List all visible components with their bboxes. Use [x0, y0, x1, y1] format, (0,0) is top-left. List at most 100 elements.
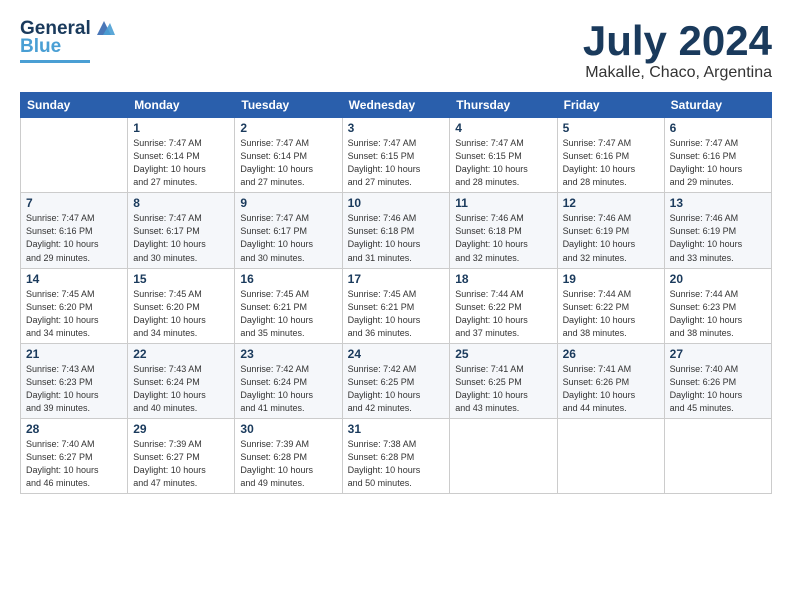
cell-3-5: 26Sunrise: 7:41 AMSunset: 6:26 PMDayligh… [557, 343, 664, 418]
day-number-23: 23 [240, 347, 336, 361]
week-row-4: 28Sunrise: 7:40 AMSunset: 6:27 PMDayligh… [21, 418, 772, 493]
col-friday: Friday [557, 93, 664, 118]
col-monday: Monday [128, 93, 235, 118]
col-wednesday: Wednesday [342, 93, 450, 118]
day-number-17: 17 [348, 272, 445, 286]
location-subtitle: Makalle, Chaco, Argentina [583, 64, 772, 82]
col-thursday: Thursday [450, 93, 557, 118]
day-number-1: 1 [133, 121, 229, 135]
day-info-16: Sunrise: 7:45 AMSunset: 6:21 PMDaylight:… [240, 288, 336, 340]
calendar-header-row: Sunday Monday Tuesday Wednesday Thursday… [21, 93, 772, 118]
logo-icon [93, 17, 115, 39]
day-info-8: Sunrise: 7:47 AMSunset: 6:17 PMDaylight:… [133, 212, 229, 264]
cell-2-1: 15Sunrise: 7:45 AMSunset: 6:20 PMDayligh… [128, 268, 235, 343]
day-number-5: 5 [563, 121, 659, 135]
day-number-2: 2 [240, 121, 336, 135]
cell-2-4: 18Sunrise: 7:44 AMSunset: 6:22 PMDayligh… [450, 268, 557, 343]
day-info-31: Sunrise: 7:38 AMSunset: 6:28 PMDaylight:… [348, 438, 445, 490]
cell-4-0: 28Sunrise: 7:40 AMSunset: 6:27 PMDayligh… [21, 418, 128, 493]
day-info-4: Sunrise: 7:47 AMSunset: 6:15 PMDaylight:… [455, 137, 551, 189]
cell-3-4: 25 Sunrise: 7:41 AMSunset: 6:25 PMDayligh… [450, 343, 557, 418]
day-info-3: Sunrise: 7:47 AMSunset: 6:15 PMDaylight:… [348, 137, 445, 189]
cell-0-4: 4 Sunrise: 7:47 AMSunset: 6:15 PMDaylight… [450, 118, 557, 193]
day-number-6: 6 [670, 121, 766, 135]
day-info-20: Sunrise: 7:44 AMSunset: 6:23 PMDaylight:… [670, 288, 766, 340]
cell-2-0: 14 Sunrise: 7:45 AMSunset: 6:20 PMDayligh… [21, 268, 128, 343]
day-number-9: 9 [240, 196, 336, 210]
cell-0-5: 5Sunrise: 7:47 AMSunset: 6:16 PMDaylight… [557, 118, 664, 193]
cell-1-1: 8 Sunrise: 7:47 AMSunset: 6:17 PMDaylight… [128, 193, 235, 268]
day-number-21: 21 [26, 347, 122, 361]
cell-0-3: 3 Sunrise: 7:47 AMSunset: 6:15 PMDaylight… [342, 118, 450, 193]
day-info-30: Sunrise: 7:39 AMSunset: 6:28 PMDaylight:… [240, 438, 336, 490]
day-number-27: 27 [670, 347, 766, 361]
cell-1-5: 12 Sunrise: 7:46 AMSunset: 6:19 PMDayligh… [557, 193, 664, 268]
day-info-1: Sunrise: 7:47 AMSunset: 6:14 PMDaylight:… [133, 137, 229, 189]
cell-4-1: 29 Sunrise: 7:39 AMSunset: 6:27 PMDayligh… [128, 418, 235, 493]
calendar-table: Sunday Monday Tuesday Wednesday Thursday… [20, 92, 772, 494]
day-info-2: Sunrise: 7:47 AMSunset: 6:14 PMDaylight:… [240, 137, 336, 189]
day-number-29: 29 [133, 422, 229, 436]
cell-1-3: 10Sunrise: 7:46 AMSunset: 6:18 PMDayligh… [342, 193, 450, 268]
day-info-27: Sunrise: 7:40 AMSunset: 6:26 PMDaylight:… [670, 363, 766, 415]
day-info-26: Sunrise: 7:41 AMSunset: 6:26 PMDaylight:… [563, 363, 659, 415]
header: General Blue July 2024 Makalle, Chaco, A… [20, 18, 772, 82]
cell-3-6: 27 Sunrise: 7:40 AMSunset: 6:26 PMDayligh… [664, 343, 771, 418]
day-number-3: 3 [348, 121, 445, 135]
week-row-0: 1 Sunrise: 7:47 AMSunset: 6:14 PMDaylight… [21, 118, 772, 193]
day-info-13: Sunrise: 7:46 AMSunset: 6:19 PMDaylight:… [670, 212, 766, 264]
cell-1-2: 9 Sunrise: 7:47 AMSunset: 6:17 PMDaylight… [235, 193, 342, 268]
day-number-15: 15 [133, 272, 229, 286]
cell-0-0 [21, 118, 128, 193]
cell-4-4 [450, 418, 557, 493]
day-info-14: Sunrise: 7:45 AMSunset: 6:20 PMDaylight:… [26, 288, 122, 340]
cell-3-2: 23 Sunrise: 7:42 AMSunset: 6:24 PMDayligh… [235, 343, 342, 418]
day-info-6: Sunrise: 7:47 AMSunset: 6:16 PMDaylight:… [670, 137, 766, 189]
day-info-19: Sunrise: 7:44 AMSunset: 6:22 PMDaylight:… [563, 288, 659, 340]
logo-blue: Blue [20, 36, 61, 58]
cell-1-6: 13 Sunrise: 7:46 AMSunset: 6:19 PMDayligh… [664, 193, 771, 268]
logo-underline [20, 60, 90, 63]
week-row-3: 21 Sunrise: 7:43 AMSunset: 6:23 PMDayligh… [21, 343, 772, 418]
day-number-12: 12 [563, 196, 659, 210]
col-sunday: Sunday [21, 93, 128, 118]
day-info-18: Sunrise: 7:44 AMSunset: 6:22 PMDaylight:… [455, 288, 551, 340]
day-number-8: 8 [133, 196, 229, 210]
day-number-24: 24 [348, 347, 445, 361]
day-number-14: 14 [26, 272, 122, 286]
day-info-25: Sunrise: 7:41 AMSunset: 6:25 PMDaylight:… [455, 363, 551, 415]
title-block: July 2024 Makalle, Chaco, Argentina [583, 18, 772, 82]
week-row-1: 7 Sunrise: 7:47 AMSunset: 6:16 PMDaylight… [21, 193, 772, 268]
day-number-28: 28 [26, 422, 122, 436]
cell-3-1: 22Sunrise: 7:43 AMSunset: 6:24 PMDayligh… [128, 343, 235, 418]
day-info-7: Sunrise: 7:47 AMSunset: 6:16 PMDaylight:… [26, 212, 122, 264]
day-number-25: 25 [455, 347, 551, 361]
day-info-29: Sunrise: 7:39 AMSunset: 6:27 PMDaylight:… [133, 438, 229, 490]
day-number-19: 19 [563, 272, 659, 286]
cell-1-4: 11Sunrise: 7:46 AMSunset: 6:18 PMDayligh… [450, 193, 557, 268]
month-title: July 2024 [583, 18, 772, 64]
logo: General Blue [20, 18, 115, 63]
cell-4-3: 31 Sunrise: 7:38 AMSunset: 6:28 PMDayligh… [342, 418, 450, 493]
day-number-7: 7 [26, 196, 122, 210]
day-number-31: 31 [348, 422, 445, 436]
cell-4-5 [557, 418, 664, 493]
cell-3-3: 24Sunrise: 7:42 AMSunset: 6:25 PMDayligh… [342, 343, 450, 418]
day-number-11: 11 [455, 196, 551, 210]
day-info-9: Sunrise: 7:47 AMSunset: 6:17 PMDaylight:… [240, 212, 336, 264]
day-number-13: 13 [670, 196, 766, 210]
page: General Blue July 2024 Makalle, Chaco, A… [0, 0, 792, 612]
cell-1-0: 7 Sunrise: 7:47 AMSunset: 6:16 PMDaylight… [21, 193, 128, 268]
cell-0-1: 1 Sunrise: 7:47 AMSunset: 6:14 PMDaylight… [128, 118, 235, 193]
day-number-10: 10 [348, 196, 445, 210]
cell-4-2: 30 Sunrise: 7:39 AMSunset: 6:28 PMDayligh… [235, 418, 342, 493]
cell-4-6 [664, 418, 771, 493]
cell-0-6: 6 Sunrise: 7:47 AMSunset: 6:16 PMDaylight… [664, 118, 771, 193]
day-number-30: 30 [240, 422, 336, 436]
day-info-12: Sunrise: 7:46 AMSunset: 6:19 PMDaylight:… [563, 212, 659, 264]
day-info-23: Sunrise: 7:42 AMSunset: 6:24 PMDaylight:… [240, 363, 336, 415]
day-info-21: Sunrise: 7:43 AMSunset: 6:23 PMDaylight:… [26, 363, 122, 415]
day-number-4: 4 [455, 121, 551, 135]
cell-0-2: 2 Sunrise: 7:47 AMSunset: 6:14 PMDaylight… [235, 118, 342, 193]
cell-2-3: 17Sunrise: 7:45 AMSunset: 6:21 PMDayligh… [342, 268, 450, 343]
